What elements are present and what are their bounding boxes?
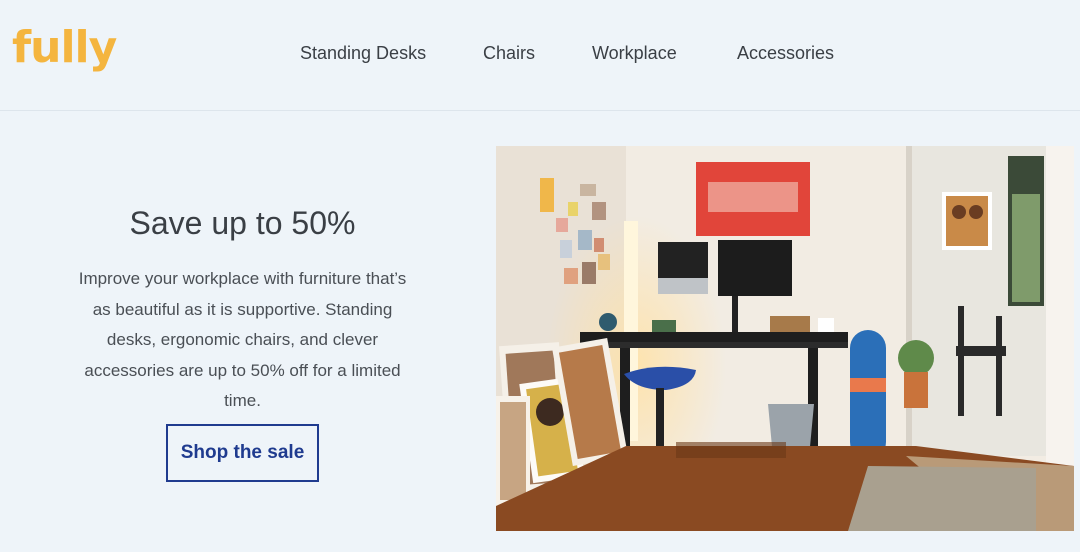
nav-workplace[interactable]: Workplace: [592, 43, 677, 64]
hero-office-photo: [496, 146, 1074, 531]
shop-the-sale-button[interactable]: Shop the sale: [166, 424, 319, 482]
site-header: fully Standing Desks Chairs Workplace Ac…: [0, 0, 1080, 111]
hero-description: Improve your workplace with furniture th…: [78, 269, 407, 410]
main-nav: Standing Desks Chairs Workplace Accessor…: [0, 43, 1080, 65]
nav-chairs[interactable]: Chairs: [483, 43, 535, 64]
nav-standing-desks[interactable]: Standing Desks: [300, 43, 426, 64]
nav-accessories[interactable]: Accessories: [737, 43, 834, 64]
hero-title: Save up to 50%: [129, 205, 356, 241]
